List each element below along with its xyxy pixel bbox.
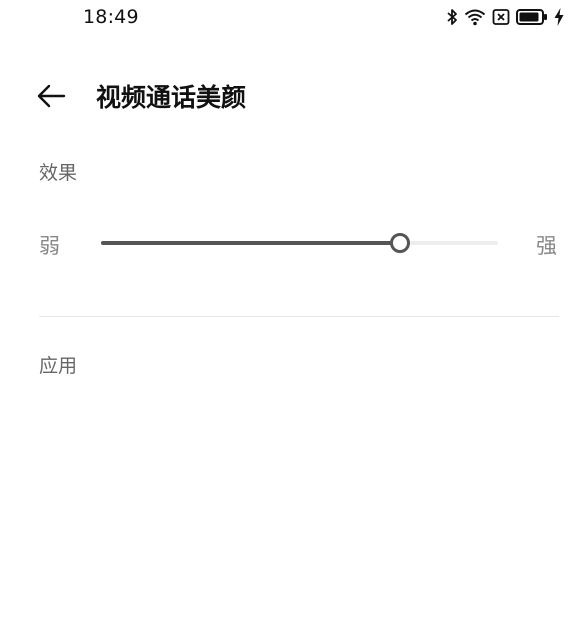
beauty-strength-slider: 弱 强 [0, 222, 578, 266]
bluetooth-icon [446, 8, 458, 26]
wifi-icon [464, 8, 486, 26]
status-bar: 18:49 [0, 0, 578, 36]
slider-fill [101, 241, 399, 245]
battery-icon [516, 8, 548, 26]
divider [39, 316, 559, 317]
back-button[interactable] [36, 82, 68, 110]
slider-thumb[interactable] [389, 233, 410, 253]
arrow-left-icon [37, 84, 66, 108]
slider-track[interactable] [101, 233, 498, 253]
status-icons [446, 7, 564, 27]
section-label-effect: 效果 [39, 162, 78, 184]
status-time: 18:49 [83, 6, 139, 28]
charging-icon [554, 8, 564, 26]
slider-max-label: 强 [536, 234, 557, 258]
section-label-apply: 应用 [39, 355, 78, 377]
slider-min-label: 弱 [39, 234, 60, 258]
sim-off-icon [492, 8, 510, 26]
header: 视频通话美颜 [0, 72, 578, 120]
page-title: 视频通话美颜 [96, 83, 247, 112]
